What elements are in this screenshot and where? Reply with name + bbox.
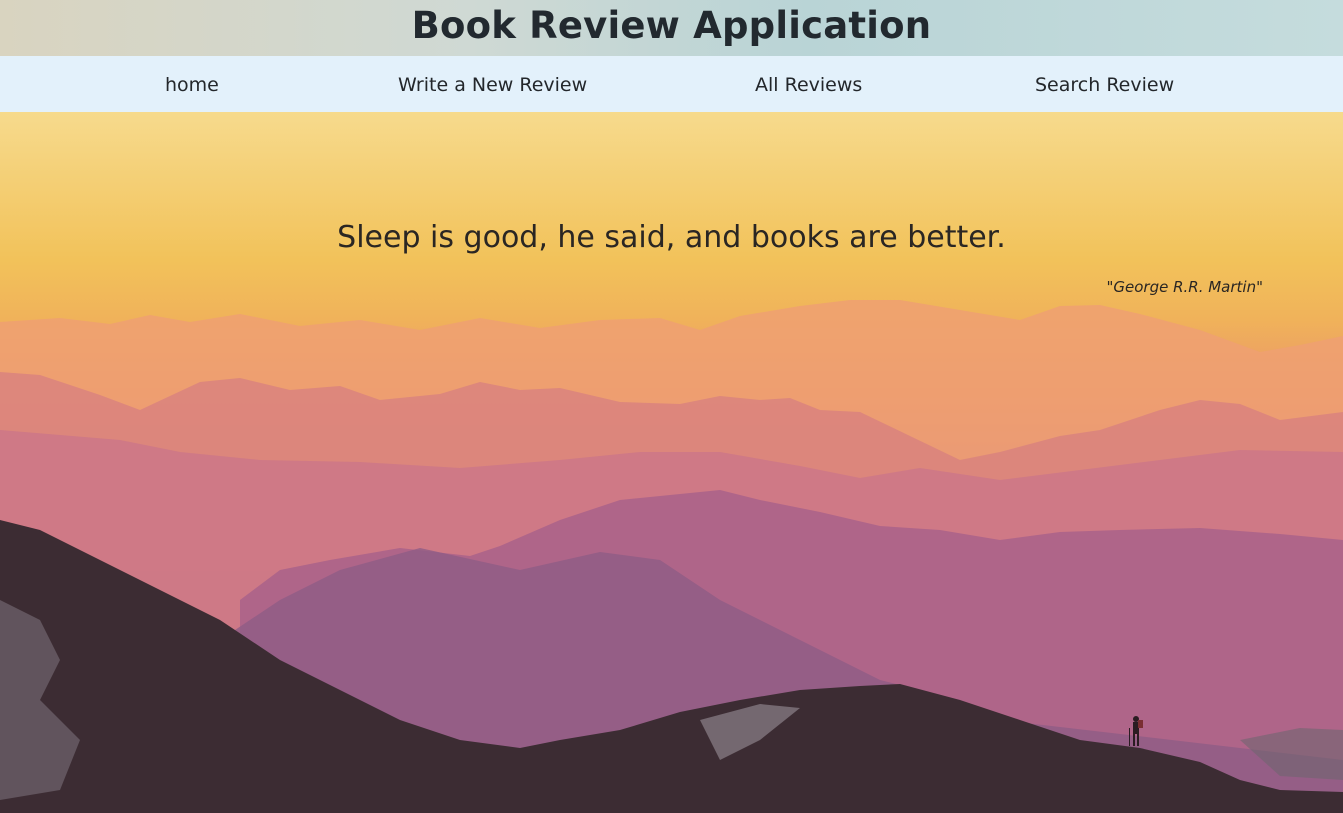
page-root: Book Review Application home Write a New… <box>0 0 1343 813</box>
nav-search-review-link[interactable]: Search Review <box>1035 56 1174 112</box>
app-title: Book Review Application <box>411 4 932 47</box>
main-navbar: home Write a New Review All Reviews Sear… <box>0 56 1343 112</box>
mountain-landscape-background <box>0 300 1343 813</box>
nav-home-link[interactable]: home <box>165 56 219 112</box>
nav-all-reviews-link[interactable]: All Reviews <box>755 56 862 112</box>
nav-write-review-link[interactable]: Write a New Review <box>398 56 587 112</box>
quote-author: "George R.R. Martin" <box>1106 278 1263 296</box>
hero-quote: Sleep is good, he said, and books are be… <box>337 220 1006 255</box>
